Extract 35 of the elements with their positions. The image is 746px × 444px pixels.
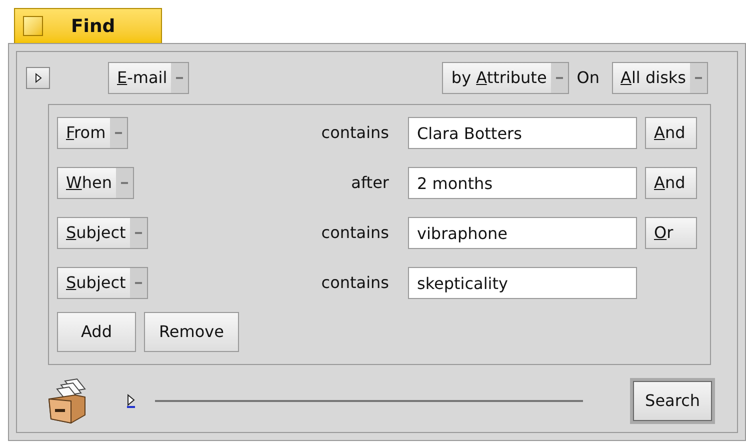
- attribute-menu[interactable]: Subject: [57, 217, 148, 249]
- operator-label: contains: [320, 272, 389, 294]
- attribute-menu[interactable]: Subject: [57, 267, 148, 299]
- volume-label: On: [576, 67, 600, 89]
- input-field[interactable]: vibraphone: [408, 217, 637, 249]
- operator-label: contains: [320, 222, 389, 244]
- dropdown-dash-icon: [695, 77, 702, 79]
- disclosure-link[interactable]: [127, 394, 135, 408]
- close-button[interactable]: [23, 16, 43, 36]
- dropdown-dash-icon: [120, 182, 128, 184]
- input-field[interactable]: 2 months: [408, 167, 637, 199]
- triangle-icon: [127, 394, 135, 408]
- expand-toggle[interactable]: [26, 67, 50, 89]
- volume-menu[interactable]: All disks: [612, 62, 708, 94]
- operator-label: after: [350, 172, 389, 194]
- criteria-button[interactable]: Remove: [144, 312, 239, 352]
- dropdown-dash-icon: [176, 77, 184, 79]
- input-field[interactable]: Clara Botters: [408, 117, 637, 149]
- operator-label: contains: [320, 122, 389, 144]
- dropdown-dash-icon: [114, 132, 122, 134]
- connector-button[interactable]: And: [645, 117, 697, 149]
- method-menu[interactable]: by Attribute: [442, 62, 569, 94]
- connector-button[interactable]: Or: [645, 217, 697, 249]
- connector-button[interactable]: And: [645, 167, 697, 199]
- criteria-button[interactable]: Add: [57, 312, 136, 352]
- window-title: Find: [71, 14, 116, 38]
- triangle-icon: [34, 73, 42, 83]
- search-button[interactable]: Search: [633, 381, 712, 421]
- dropdown-dash-icon: [556, 77, 563, 79]
- attribute-menu[interactable]: From: [57, 117, 128, 149]
- dropdown-dash-icon: [134, 232, 142, 234]
- input-field[interactable]: skepticality: [408, 267, 637, 299]
- attribute-menu[interactable]: When: [57, 167, 134, 199]
- type-menu[interactable]: E-mail: [108, 62, 190, 94]
- dropdown-dash-icon: [134, 282, 142, 284]
